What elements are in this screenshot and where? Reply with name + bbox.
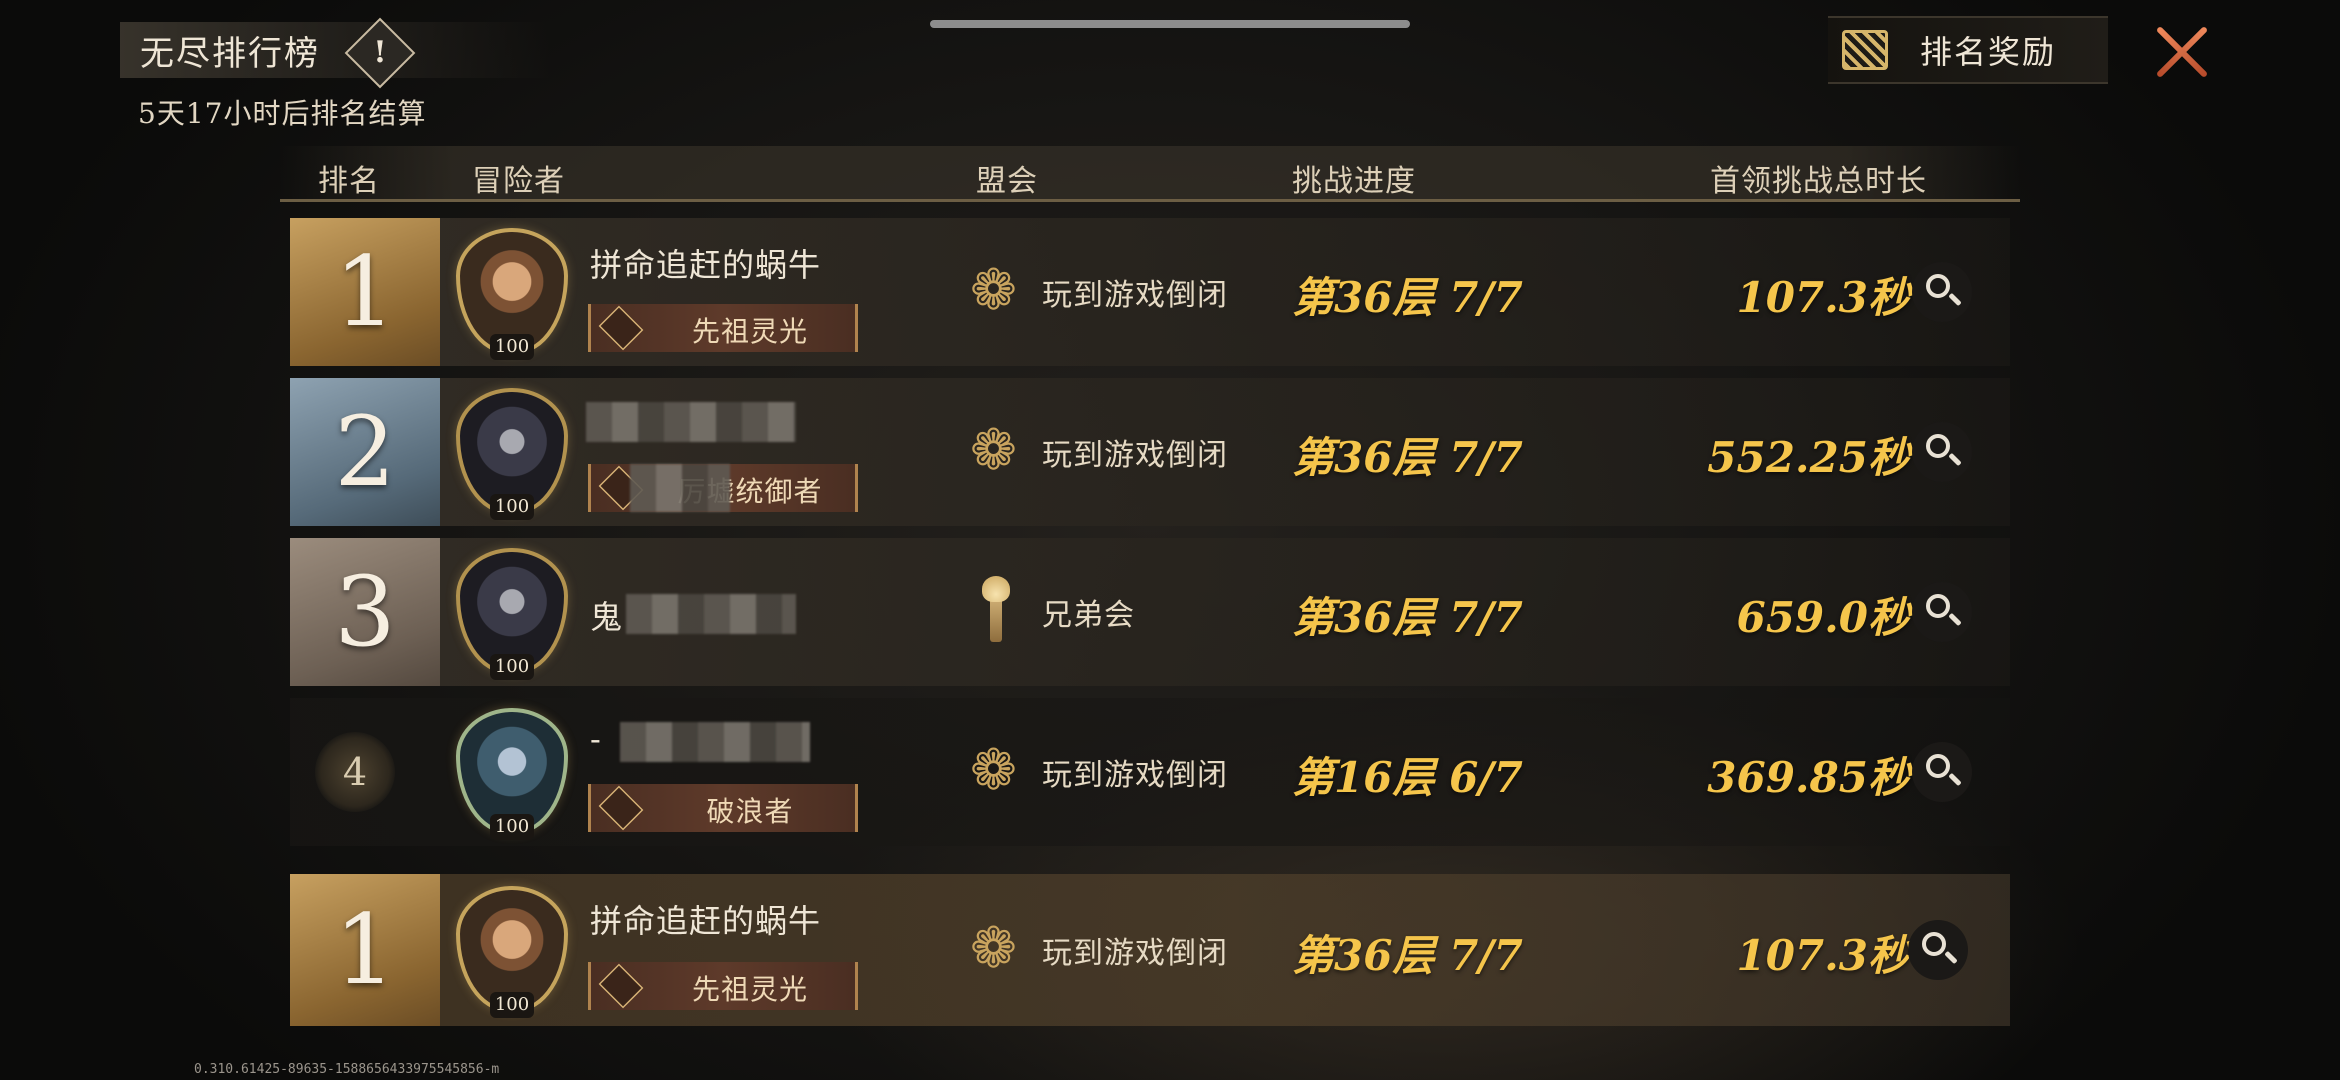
boss-duration: 107.3秒 [1736, 273, 1910, 322]
search-icon-handle [1944, 950, 1958, 965]
guild-info: 玩到游戏倒闭 [966, 916, 1228, 981]
ranking-row[interactable]: 3 100 鬼 兄弟会 第36层 7/7 659.0秒 [290, 538, 2010, 686]
column-duration: 首领挑战总时长 [1710, 164, 1927, 199]
guild-name: 玩到游戏倒闭 [1042, 758, 1228, 793]
player-name: - [590, 720, 602, 758]
blurred-player-name [626, 594, 796, 634]
title-badge: 破浪者 [588, 784, 858, 832]
hero-portrait-icon[interactable]: 100 [450, 882, 574, 1018]
close-icon[interactable] [2152, 22, 2212, 82]
title-emblem-icon [598, 963, 644, 1009]
title-label: 先祖灵光 [691, 315, 808, 348]
ranking-row[interactable]: 1 100 拼命追赶的蜗牛 先祖灵光 玩到游戏倒闭 第36层 7/7 107.3… [290, 218, 2010, 366]
rank-reward-label: 排名奖励 [1920, 33, 2057, 71]
view-details-button[interactable] [1912, 422, 1972, 482]
avatar-level: 100 [490, 992, 534, 1018]
guild-name: 兄弟会 [1042, 598, 1135, 633]
hero-portrait-icon[interactable]: 100 [450, 384, 574, 520]
dragon-guild-icon [966, 738, 1026, 803]
player-name: 拼命追赶的蜗牛 [590, 246, 822, 284]
search-icon-handle [1948, 292, 1962, 307]
player-name: 拼命追赶的蜗牛 [590, 902, 822, 940]
title-badge: 先祖灵光 [588, 304, 858, 352]
blurred-player-name [620, 722, 810, 762]
search-icon-handle [1948, 612, 1962, 627]
challenge-progress: 第36层 7/7 [1292, 593, 1523, 642]
view-details-button[interactable] [1912, 582, 1972, 642]
dragon-guild-icon [966, 418, 1026, 483]
guild-name: 玩到游戏倒闭 [1042, 438, 1228, 473]
rank-number: 4 [315, 732, 395, 812]
guild-name: 玩到游戏倒闭 [1042, 278, 1228, 313]
search-icon [1926, 594, 1950, 618]
guild-info: 玩到游戏倒闭 [966, 738, 1228, 803]
column-progress: 挑战进度 [1292, 164, 1416, 199]
ranking-row[interactable]: 2 100 厉墟统御者 玩到游戏倒闭 第36层 7/7 552.25秒 [290, 378, 2010, 526]
torch-guild-icon [966, 576, 1026, 642]
column-adventurer: 冒险者 [472, 164, 565, 199]
boss-duration: 369.85秒 [1707, 753, 1910, 802]
build-version: 0.310.61425-89635-1588656433975545856-m [194, 1062, 500, 1077]
player-name: 鬼 [590, 598, 624, 636]
title-badge: 先祖灵光 [588, 962, 858, 1010]
rank-number: 1 [334, 236, 396, 348]
hero-portrait-icon[interactable]: 100 [450, 704, 574, 840]
title-emblem-icon [598, 785, 644, 831]
search-icon [1922, 932, 1946, 956]
avatar-level: 100 [490, 334, 534, 360]
view-details-button[interactable] [1908, 920, 1968, 980]
page-title: 无尽排行榜 [140, 34, 320, 74]
settlement-countdown: 5天17小时后排名结算 [138, 97, 427, 130]
guild-info: 玩到游戏倒闭 [966, 418, 1228, 483]
view-details-button[interactable] [1912, 262, 1972, 322]
column-rank: 排名 [318, 164, 380, 199]
guild-info: 玩到游戏倒闭 [966, 258, 1228, 323]
guild-info: 兄弟会 [966, 576, 1135, 642]
dragon-guild-icon [966, 258, 1026, 323]
search-icon [1926, 434, 1950, 458]
ranking-row[interactable]: 4 100 - 破浪者 玩到游戏倒闭 第16层 6/7 369.85秒 [290, 698, 2010, 846]
column-header-row: 排名 冒险者 盟会 挑战进度 首领挑战总时长 [280, 146, 2020, 202]
info-icon: ! [373, 35, 387, 70]
search-icon [1926, 754, 1950, 778]
rank-reward-button[interactable]: 排名奖励 [1828, 16, 2108, 84]
rank-number: 2 [334, 396, 396, 508]
boss-duration: 659.0秒 [1736, 593, 1910, 642]
hero-portrait-icon[interactable]: 100 [450, 544, 574, 680]
title-label: 破浪者 [706, 795, 794, 828]
boss-duration: 107.3秒 [1736, 931, 1910, 980]
treasure-chest-icon [1842, 30, 1888, 70]
avatar-level: 100 [490, 654, 534, 680]
search-icon-handle [1948, 452, 1962, 467]
rank-number: 3 [334, 556, 396, 668]
rank-number: 1 [334, 894, 396, 1006]
title-emblem-icon [598, 305, 644, 351]
column-guild: 盟会 [976, 164, 1038, 199]
avatar-level: 100 [490, 814, 534, 840]
search-icon-handle [1948, 772, 1962, 787]
blurred-title-overlay [630, 464, 730, 512]
challenge-progress: 第36层 7/7 [1292, 273, 1523, 322]
system-grab-bar[interactable] [930, 20, 1410, 28]
challenge-progress: 第36层 7/7 [1292, 931, 1523, 980]
my-ranking-row[interactable]: 1 100 拼命追赶的蜗牛 先祖灵光 玩到游戏倒闭 第36层 7/7 107.3… [290, 874, 2010, 1026]
challenge-progress: 第16层 6/7 [1292, 753, 1523, 802]
hero-portrait-icon[interactable]: 100 [450, 224, 574, 360]
search-icon [1926, 274, 1950, 298]
challenge-progress: 第36层 7/7 [1292, 433, 1523, 482]
blurred-player-name [586, 402, 796, 442]
dragon-guild-icon [966, 916, 1026, 981]
view-details-button[interactable] [1912, 742, 1972, 802]
guild-name: 玩到游戏倒闭 [1042, 936, 1228, 971]
title-label: 先祖灵光 [691, 973, 808, 1006]
boss-duration: 552.25秒 [1707, 433, 1910, 482]
avatar-level: 100 [490, 494, 534, 520]
